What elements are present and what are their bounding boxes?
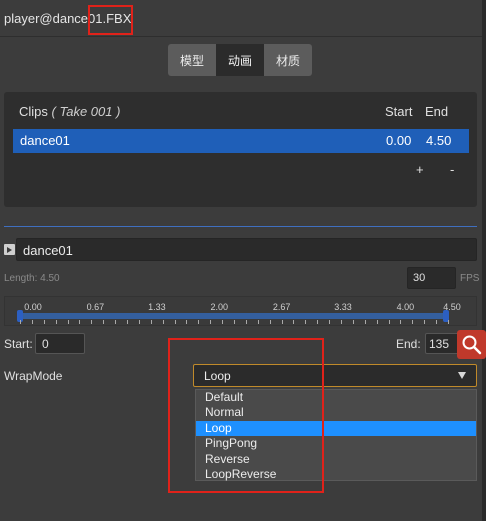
start-label: Start: (4, 337, 33, 351)
timeline-tick-mark (79, 320, 81, 324)
timeline-tick-mark (174, 320, 176, 324)
timeline-tick-mark (91, 320, 93, 324)
remove-clip-button[interactable]: - (450, 162, 454, 177)
window-edge (482, 0, 486, 521)
timeline-tick-label: 0.67 (86, 302, 105, 312)
timeline-tick-mark (364, 320, 366, 324)
clips-panel: Clips ( Take 001 ) Start End dance01 0.0… (4, 92, 477, 207)
timeline-tick-mark (448, 320, 449, 324)
timeline-tick-mark (31, 320, 33, 324)
magnifier-icon (462, 335, 482, 355)
tab-model[interactable]: 模型 (168, 44, 216, 76)
clip-row-end: 4.50 (426, 133, 452, 148)
wrapmode-label: WrapMode (4, 369, 63, 383)
timeline-tick-mark (186, 320, 188, 324)
timeline-tick-mark (436, 320, 438, 324)
timeline-tick-mark (67, 320, 69, 324)
timeline-tick-mark (234, 320, 235, 324)
timeline-tick-mark (20, 320, 21, 324)
timeline-tick-mark (424, 320, 426, 324)
timeline-tick-mark (210, 320, 212, 324)
search-button[interactable] (457, 330, 486, 359)
end-label: End: (396, 337, 421, 351)
clips-take-label: ( Take 001 ) (51, 104, 121, 119)
clip-row-start: 0.00 (386, 133, 412, 148)
timeline-tick-label: 1.33 (148, 302, 166, 312)
timeline-tick-label: 2.67 (272, 302, 291, 312)
annotation-box-title (88, 5, 133, 35)
inspector-tabs: 模型 动画 材质 (168, 44, 312, 76)
timeline-tick-mark (352, 320, 354, 324)
annotation-box-wrapmode (168, 338, 324, 493)
timeline-tick-mark (329, 320, 331, 324)
title-divider (0, 36, 482, 37)
timeline-tick-mark (103, 320, 105, 324)
timeline-tick-mark (293, 320, 295, 324)
timeline-tick-mark (281, 320, 283, 324)
timeline-tick-label: 4.50 (443, 302, 461, 312)
timeline-range-bar[interactable] (19, 313, 449, 319)
clip-row[interactable]: dance01 0.00 4.50 (13, 129, 469, 153)
timeline-tick-mark (115, 320, 117, 324)
timeline-tick-mark (138, 320, 140, 324)
length-label: Length: 4.50 (4, 273, 60, 284)
clip-name-field[interactable]: dance01 (16, 238, 477, 261)
collapse-triangle-icon[interactable] (4, 244, 15, 255)
timeline-tick-mark (269, 320, 271, 324)
add-clip-button[interactable]: + (416, 162, 424, 177)
timeline-tick-mark (222, 320, 224, 324)
timeline-tick-mark (400, 320, 402, 324)
timeline-tick-mark (376, 320, 378, 324)
timeline-tick-mark (412, 320, 414, 324)
timeline-tick-mark (55, 320, 57, 324)
timeline-tick-mark (162, 320, 164, 324)
chevron-down-icon (458, 372, 466, 379)
timeline-tick-label: 0.00 (24, 302, 42, 312)
timeline-tick-mark (257, 320, 259, 324)
timeline-tick-label: 3.33 (334, 302, 352, 312)
clips-header-label: Clips (19, 104, 48, 119)
timeline-tick-mark (317, 320, 319, 324)
timeline-tick-mark (388, 320, 390, 324)
clips-col-start: Start (385, 104, 413, 119)
tab-animation[interactable]: 动画 (216, 44, 264, 76)
timeline-tick-mark (43, 320, 45, 324)
timeline-tick-mark (305, 320, 307, 324)
clips-col-end: End (425, 104, 449, 119)
fps-field[interactable]: 30 (407, 267, 456, 289)
timeline-tick-mark (341, 320, 342, 324)
timeline-tick-label: 2.00 (210, 302, 228, 312)
timeline-tick-mark (198, 320, 200, 324)
timeline-tick-mark (127, 320, 128, 324)
tab-material[interactable]: 材质 (264, 44, 312, 76)
section-divider (4, 226, 477, 227)
timeline-tick-mark (150, 320, 152, 324)
timeline-tick-mark (245, 320, 247, 324)
timeline-tick-label: 4.00 (396, 302, 415, 312)
start-frame-field[interactable]: 0 (35, 333, 85, 354)
clip-row-name: dance01 (20, 133, 70, 148)
fps-label: FPS (460, 273, 480, 284)
